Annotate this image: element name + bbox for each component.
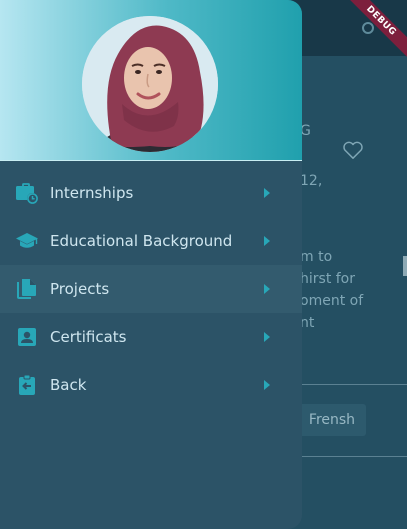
menu-item-back[interactable]: Back: [0, 361, 302, 409]
heart-icon[interactable]: [342, 140, 364, 160]
briefcase-clock-icon: [16, 183, 38, 204]
account-box-icon: [18, 328, 36, 346]
menu-item-internships[interactable]: Internships: [0, 169, 302, 217]
menu-item-label: Back: [50, 376, 87, 394]
drawer-header: [0, 0, 302, 161]
profile-avatar: [82, 16, 218, 152]
graduation-cap-icon: [16, 233, 38, 248]
file-copy-icon: [17, 279, 36, 299]
background-divider: [302, 384, 407, 385]
scrollbar[interactable]: [403, 256, 407, 276]
menu-item-label: Certificats: [50, 328, 127, 346]
chevron-right-icon: [264, 380, 270, 390]
menu-item-label: Internships: [50, 184, 134, 202]
background-description-fragment: m to hirst for oment of nt: [300, 249, 364, 331]
background-date-fragment: 12,: [300, 173, 323, 189]
menu-item-projects[interactable]: Projects: [0, 265, 302, 313]
menu-item-educational-background[interactable]: Educational Background: [0, 217, 302, 265]
chevron-right-icon: [264, 236, 270, 246]
chevron-right-icon: [264, 188, 270, 198]
chevron-right-icon: [264, 284, 270, 294]
navigation-drawer: Internships Educational Background Proje…: [0, 0, 302, 529]
drawer-menu: Internships Educational Background Proje…: [0, 169, 302, 409]
clipboard-back-icon: [19, 374, 35, 395]
menu-item-label: Projects: [50, 280, 110, 298]
menu-item-certificates[interactable]: Certificats: [0, 313, 302, 361]
chevron-right-icon: [264, 332, 270, 342]
background-divider: [302, 456, 407, 457]
menu-item-label: Educational Background: [50, 232, 233, 250]
language-chip[interactable]: Frensh: [298, 404, 366, 436]
